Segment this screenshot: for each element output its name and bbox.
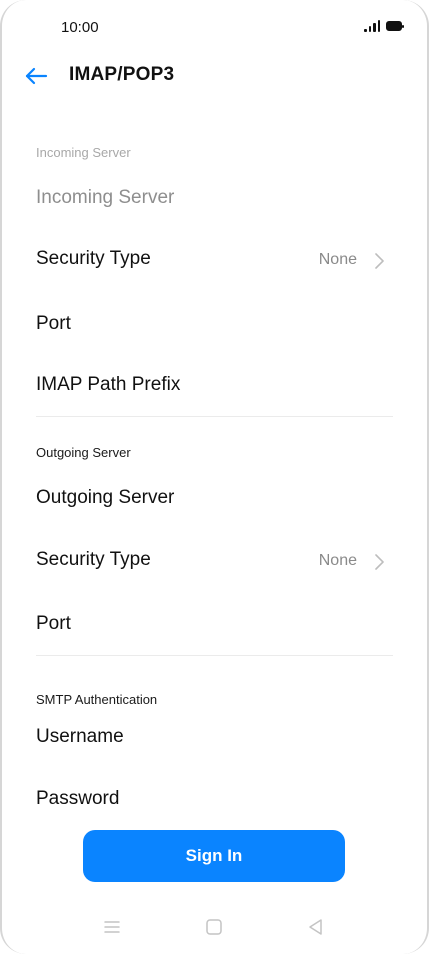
incoming-server-placeholder: Incoming Server xyxy=(36,187,175,208)
outgoing-section-label: Outgoing Server xyxy=(36,445,131,460)
incoming-security-type-row[interactable]: Security Type None xyxy=(0,236,429,286)
chevron-right-icon xyxy=(375,253,384,269)
sign-in-button[interactable]: Sign In xyxy=(83,830,345,882)
outgoing-port-label: Port xyxy=(36,613,71,634)
password-label: Password xyxy=(36,788,120,809)
page-title: IMAP/POP3 xyxy=(69,64,175,85)
navigation-bar xyxy=(0,910,429,946)
divider xyxy=(36,416,393,417)
home-square-icon[interactable] xyxy=(203,916,225,938)
incoming-server-field[interactable]: Incoming Server xyxy=(0,175,429,225)
outgoing-port-field[interactable]: Port xyxy=(0,601,429,651)
outgoing-server-label: Outgoing Server xyxy=(36,487,175,508)
outgoing-security-type-label: Security Type xyxy=(36,549,151,570)
outgoing-security-type-row[interactable]: Security Type None xyxy=(0,537,429,587)
status-icons xyxy=(364,20,404,32)
incoming-port-field[interactable]: Port xyxy=(0,301,429,351)
chevron-right-icon xyxy=(375,554,384,570)
incoming-security-type-value: None xyxy=(318,251,357,268)
back-triangle-icon[interactable] xyxy=(305,916,327,938)
app-header: IMAP/POP3 xyxy=(0,56,429,96)
back-button[interactable] xyxy=(22,62,50,90)
signal-icon xyxy=(364,20,380,32)
imap-path-prefix-label: IMAP Path Prefix xyxy=(36,374,181,395)
smtp-section-label: SMTP Authentication xyxy=(36,692,158,707)
incoming-port-label: Port xyxy=(36,313,71,334)
incoming-security-type-label: Security Type xyxy=(36,248,151,269)
menu-icon[interactable] xyxy=(101,916,123,938)
imap-path-prefix-field[interactable]: IMAP Path Prefix xyxy=(0,362,429,412)
arrow-left-icon xyxy=(25,67,48,85)
incoming-section-label: Incoming Server xyxy=(36,145,131,160)
outgoing-server-field[interactable]: Outgoing Server xyxy=(0,475,429,525)
divider xyxy=(36,655,393,656)
status-bar: 10:00 xyxy=(0,0,429,56)
username-field[interactable]: Username xyxy=(0,714,429,764)
battery-icon xyxy=(386,21,404,31)
status-time: 10:00 xyxy=(61,19,99,36)
password-field[interactable]: Password xyxy=(0,776,429,826)
username-label: Username xyxy=(36,726,124,747)
outgoing-security-type-value: None xyxy=(318,552,357,569)
